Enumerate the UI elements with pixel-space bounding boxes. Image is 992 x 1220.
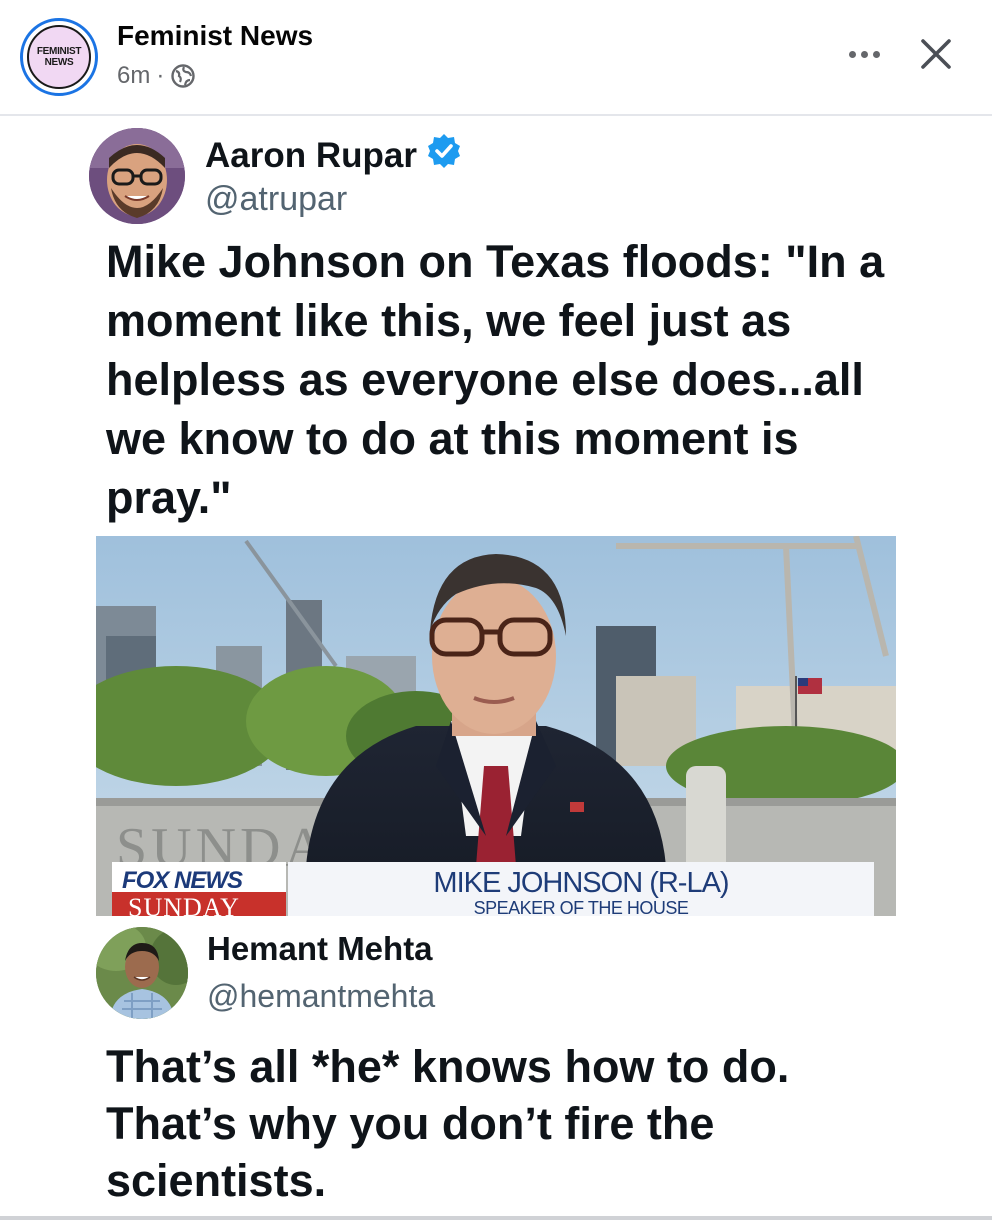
tweet2-handle[interactable]: @hemantmehta	[207, 978, 435, 1015]
tweet1-author-name: Aaron Rupar	[205, 135, 417, 175]
close-icon[interactable]	[910, 28, 962, 80]
tweet2-author-name[interactable]: Hemant Mehta	[207, 930, 433, 968]
header-divider	[0, 114, 992, 116]
post-header: FEMINIST NEWS Feminist News 6m ·	[0, 0, 992, 114]
globe-icon[interactable]	[170, 63, 196, 89]
avatar-text-line2: NEWS	[44, 57, 74, 68]
tweet1-author[interactable]: Aaron Rupar	[205, 132, 463, 179]
page-avatar[interactable]: FEMINIST NEWS	[20, 18, 98, 96]
network-logo: FOX NEWS	[122, 867, 243, 894]
tweet2-text: That’s all *he* knows how to do. That’s …	[106, 1041, 790, 1206]
more-options-icon[interactable]	[838, 30, 890, 78]
page-name[interactable]: Feminist News	[117, 20, 313, 52]
show-name: SUNDAY	[128, 893, 240, 916]
tweet2-author-avatar	[96, 927, 188, 1019]
tweet1-handle[interactable]: @atrupar	[205, 180, 347, 219]
avatar-text-line1: FEMINIST	[36, 46, 82, 57]
verified-badge-icon	[425, 132, 463, 179]
bottom-divider	[0, 1216, 992, 1220]
tv-news-still-image: SUNDAY FOX NEWS SUNDAY MIKE JOHNSON (R-L…	[96, 536, 896, 916]
post-timestamp[interactable]: 6m	[117, 62, 150, 90]
tweet1-author-avatar	[89, 128, 185, 224]
tweet1-text: Mike Johnson on Texas floods: "In a mome…	[106, 236, 885, 523]
lower-third-name: MIKE JOHNSON (R-LA)	[433, 867, 728, 899]
lower-third-title: SPEAKER OF THE HOUSE	[474, 898, 689, 916]
post-meta: 6m ·	[117, 62, 196, 90]
meta-separator: ·	[156, 62, 165, 89]
page-avatar-logo: FEMINIST NEWS	[27, 25, 91, 89]
